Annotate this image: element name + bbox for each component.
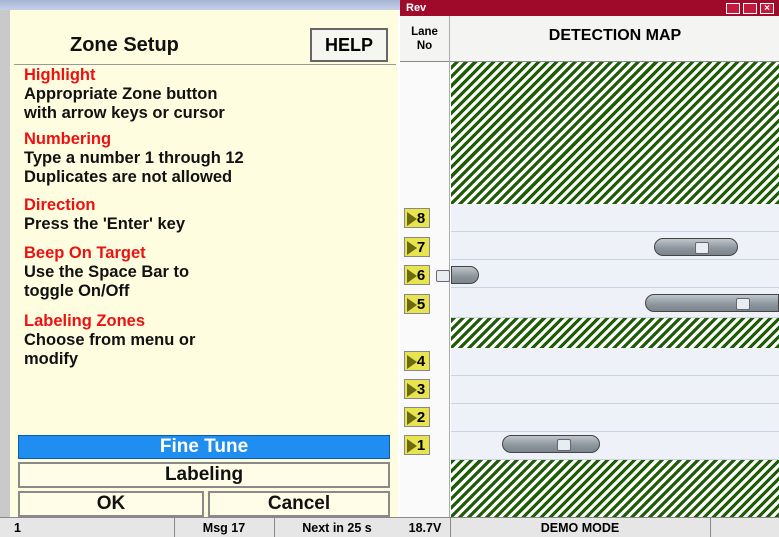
left-status-bar: 1 Msg 17 Next in 25 s <box>0 517 400 537</box>
lane-button-8[interactable]: 8 <box>404 208 430 228</box>
detection-map-header: Lane No DETECTION MAP <box>400 16 779 62</box>
lane-header-label: Lane <box>411 26 438 38</box>
lane-direction-icon <box>407 355 417 369</box>
lane-button-5[interactable]: 5 <box>404 294 430 314</box>
section-labeling-zones: Labeling Zones Choose from menu or modif… <box>24 312 394 369</box>
vehicle-icon <box>645 294 779 312</box>
left-margin <box>0 10 10 517</box>
section-numbering: Numbering Type a number 1 through 12 Dup… <box>24 130 394 187</box>
lane-direction-icon <box>407 411 417 425</box>
status-zone-number: 1 <box>14 518 175 537</box>
help-button[interactable]: HELP <box>310 28 388 62</box>
section-text: Duplicates are not allowed <box>24 168 233 186</box>
fine-tune-button[interactable]: Fine Tune <box>18 435 390 459</box>
lane-button-7[interactable]: 7 <box>404 237 430 257</box>
labeling-button[interactable]: Labeling <box>18 462 390 488</box>
lane-button-1[interactable]: 1 <box>404 435 430 455</box>
lane-button-2[interactable]: 2 <box>404 407 430 427</box>
lane-row <box>451 348 779 376</box>
hatched-zone-top <box>451 62 779 204</box>
lane-button-3[interactable]: 3 <box>404 379 430 399</box>
section-heading: Highlight <box>24 66 96 84</box>
lane-direction-icon <box>407 298 417 312</box>
panel-title: Zone Setup <box>70 34 179 56</box>
section-beep-on-target: Beep On Target Use the Space Bar to togg… <box>24 244 394 301</box>
lane-number: 2 <box>416 408 426 426</box>
lane-row <box>451 432 779 460</box>
lane-number: 4 <box>416 352 426 370</box>
lane-row <box>451 404 779 432</box>
right-status-bar: 18.7V DEMO MODE <box>400 517 779 537</box>
lane-direction-icon <box>407 241 417 255</box>
vehicle-icon <box>654 238 738 256</box>
lane-direction-icon <box>407 383 417 397</box>
lane-button-6[interactable]: 6 <box>404 265 430 285</box>
hatched-zone-bottom <box>451 460 779 517</box>
section-text: Appropriate Zone button <box>24 85 218 103</box>
close-icon[interactable]: × <box>760 3 774 14</box>
lane-direction-icon <box>407 439 417 453</box>
vehicle-icon <box>436 266 479 284</box>
section-heading: Labeling Zones <box>24 312 146 330</box>
status-mode: DEMO MODE <box>450 518 711 537</box>
section-text: toggle On/Off <box>24 282 130 300</box>
section-text: Type a number 1 through 12 <box>24 149 244 167</box>
lane-number: 1 <box>416 436 426 454</box>
status-next-timer: Next in 25 s <box>302 520 372 535</box>
lane-button-4[interactable]: 4 <box>404 351 430 371</box>
vehicle-icon <box>502 435 600 453</box>
status-message: Msg 17 <box>174 518 275 537</box>
window-title: Rev <box>406 2 427 14</box>
section-text: Use the Space Bar to <box>24 263 190 281</box>
lane-number: 6 <box>416 266 426 284</box>
section-text: Press the 'Enter' key <box>24 215 186 233</box>
section-text: modify <box>24 350 79 368</box>
section-heading: Direction <box>24 196 96 214</box>
lane-number-header: Lane No <box>400 16 450 62</box>
minimize-icon[interactable] <box>726 3 740 14</box>
section-heading: Beep On Target <box>24 244 146 262</box>
section-text: with arrow keys or cursor <box>24 104 225 122</box>
section-heading: Numbering <box>24 130 112 148</box>
section-direction: Direction Press the 'Enter' key <box>24 196 394 234</box>
hatched-zone-middle <box>451 318 779 348</box>
lane-number: 5 <box>416 295 426 313</box>
section-highlight: Highlight Appropriate Zone button with a… <box>24 66 394 123</box>
status-voltage: 18.7V <box>400 518 451 537</box>
lane-number: 3 <box>416 380 426 398</box>
lane-header-label: No <box>416 40 433 52</box>
lane-row <box>451 376 779 404</box>
map-title: DETECTION MAP <box>548 27 682 44</box>
lane-row <box>451 204 779 232</box>
lane-number: 8 <box>416 209 426 227</box>
lane-number: 7 <box>416 238 426 256</box>
header-divider <box>14 64 396 65</box>
lane-row <box>451 260 779 288</box>
lane-direction-icon <box>407 269 417 283</box>
left-title-strip <box>0 0 400 10</box>
detection-window-titlebar <box>400 0 779 16</box>
cancel-button[interactable]: Cancel <box>208 491 390 517</box>
lane-direction-icon <box>407 212 417 226</box>
maximize-icon[interactable] <box>743 3 757 14</box>
section-text: Choose from menu or <box>24 331 196 349</box>
ok-button[interactable]: OK <box>18 491 204 517</box>
